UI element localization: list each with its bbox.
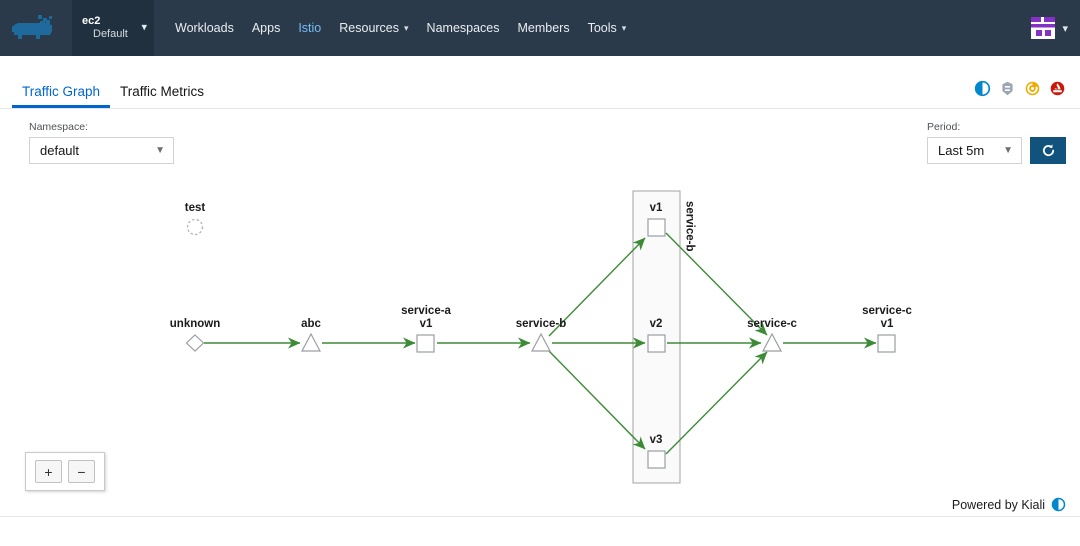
nav-label: Namespaces: [426, 21, 500, 35]
chevron-down-icon: ▼: [1003, 145, 1013, 156]
powered-by-label: Powered by Kiali: [951, 497, 1045, 512]
edge-v3-service-c[interactable]: [665, 351, 768, 455]
masthead: ec2 Default ▾ Workloads Apps Istio Resou…: [0, 0, 1080, 56]
nav-label: Tools: [587, 21, 617, 35]
main-nav: Workloads Apps Istio Resources ▾ Namespa…: [154, 0, 635, 56]
node-service-c-service[interactable]: [762, 332, 782, 352]
traffic-graph-canvas[interactable]: test unknown abc service-a v1 service-b …: [0, 171, 1080, 516]
refresh-icon: [1042, 144, 1054, 157]
node-label-v2: v2: [649, 318, 663, 330]
nav-label: Members: [517, 21, 570, 35]
node-label-service-a: service-a v1: [401, 305, 451, 331]
group-label-service-b: service-b: [683, 201, 696, 252]
context-namespace: Default: [93, 28, 128, 40]
namespace-value: default: [40, 143, 80, 158]
jaeger-icon[interactable]: [1024, 80, 1041, 97]
zoom-in-button[interactable]: +: [35, 460, 62, 483]
nav-item-namespaces[interactable]: Namespaces: [418, 0, 509, 56]
context-selector[interactable]: ec2 Default ▾: [72, 0, 154, 56]
period-row: Last 5m ▼: [927, 137, 1066, 164]
node-service-c-v1[interactable]: [877, 334, 896, 353]
masthead-actions: ▾: [1030, 0, 1080, 56]
namespace-filter: Namespace: default ▼: [29, 121, 174, 164]
nav-label: Workloads: [175, 21, 234, 35]
nav-item-apps[interactable]: Apps: [243, 0, 290, 56]
powered-by-kiali: Powered by Kiali: [952, 497, 1066, 512]
period-label: Period:: [927, 121, 961, 133]
masthead-spacer: [635, 0, 1030, 56]
refresh-button[interactable]: [1030, 137, 1066, 164]
nav-label: Resources: [339, 21, 400, 35]
context-cluster: ec2: [82, 15, 101, 28]
tab-label: Traffic Metrics: [120, 84, 205, 99]
status-icon-group: [974, 80, 1080, 108]
node-label-abc: abc: [301, 318, 321, 330]
node-label-service-a-app: service-a: [401, 305, 451, 317]
node-label-test: test: [184, 202, 206, 214]
period-select[interactable]: Last 5m ▼: [927, 137, 1022, 164]
node-label-service-b: service-b: [515, 318, 567, 330]
nav-label: Istio: [298, 21, 322, 35]
page-bottom-divider: [0, 516, 1080, 517]
node-service-a-v1[interactable]: [416, 334, 435, 353]
chevron-down-icon[interactable]: ▾: [1062, 22, 1068, 35]
tab-traffic-graph[interactable]: Traffic Graph: [12, 84, 111, 108]
graph-svg: [185, 190, 896, 484]
period-value: Last 5m: [938, 143, 985, 158]
node-abc[interactable]: [301, 332, 321, 352]
node-label-service-c-v1: service-c v1: [862, 305, 912, 331]
app-launcher-grid-icon[interactable]: [1030, 15, 1056, 41]
node-test[interactable]: [186, 218, 204, 236]
nav-item-tools[interactable]: Tools ▾: [579, 0, 636, 56]
nav-item-members[interactable]: Members: [509, 0, 579, 56]
prometheus-icon[interactable]: [1049, 80, 1066, 97]
node-label-unknown: unknown: [169, 318, 221, 330]
node-unknown[interactable]: [185, 334, 205, 352]
edge-service-b-v3[interactable]: [548, 350, 646, 450]
brand-logo[interactable]: [0, 0, 72, 56]
node-label-service-c-app: service-c: [862, 305, 912, 317]
namespace-label: Namespace:: [29, 121, 88, 133]
tab-label: Traffic Graph: [22, 84, 101, 99]
tab-traffic-metrics[interactable]: Traffic Metrics: [110, 84, 214, 108]
namespace-select[interactable]: default ▼: [29, 137, 174, 164]
nav-item-istio[interactable]: Istio: [289, 0, 330, 56]
kiali-icon[interactable]: [974, 80, 991, 97]
tab-bar: Traffic Graph Traffic Metrics: [0, 56, 1080, 109]
node-label-service-a-version: v1: [419, 317, 433, 330]
filter-toolbar: Namespace: default ▼ Period: Last 5m ▼: [0, 109, 1080, 171]
kiali-bull-logo: [12, 15, 52, 39]
nav-item-resources[interactable]: Resources ▾: [330, 0, 417, 56]
context-labels: ec2 Default: [82, 15, 128, 41]
node-label-v1: v1: [649, 202, 663, 214]
node-label-service-c: service-c: [747, 318, 797, 330]
node-service-b-v2[interactable]: [647, 334, 666, 353]
nav-item-workloads[interactable]: Workloads: [166, 0, 243, 56]
zoom-controls: + −: [25, 452, 105, 491]
kiali-icon: [1051, 497, 1066, 512]
node-label-v3: v3: [649, 434, 663, 446]
zoom-out-button[interactable]: −: [68, 460, 95, 483]
node-service-b-v1[interactable]: [647, 218, 666, 237]
chevron-down-icon: ▼: [155, 145, 165, 156]
chevron-down-icon: ▾: [404, 22, 409, 33]
chevron-down-icon: ▾: [141, 21, 147, 34]
nav-label: Apps: [251, 21, 281, 35]
tab-list: Traffic Graph Traffic Metrics: [0, 56, 214, 108]
period-filter: Period: Last 5m ▼: [927, 121, 1066, 164]
chevron-down-icon: ▾: [621, 22, 627, 33]
grafana-icon[interactable]: [999, 80, 1016, 97]
node-label-service-c-version: v1: [880, 317, 894, 330]
node-service-b-service[interactable]: [531, 332, 551, 352]
node-service-b-v3[interactable]: [647, 450, 666, 469]
